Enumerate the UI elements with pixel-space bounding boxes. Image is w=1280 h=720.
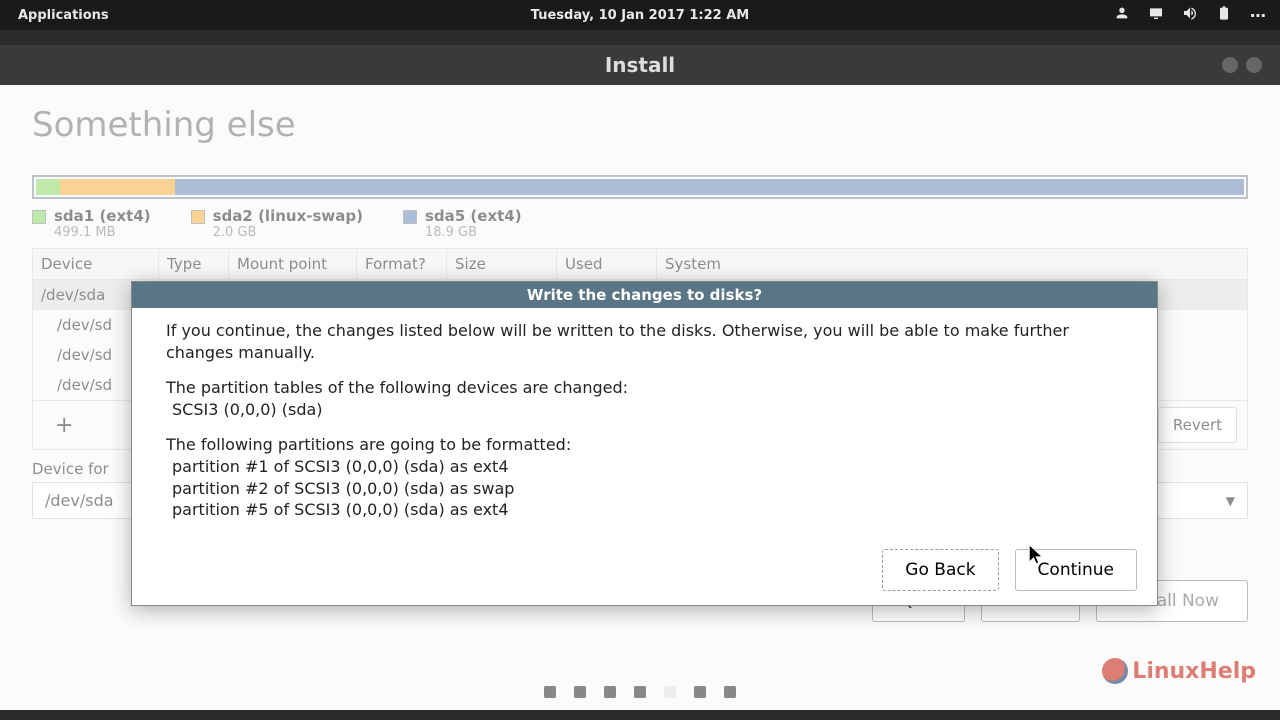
close-button[interactable]	[1246, 57, 1262, 73]
battery-icon[interactable]	[1216, 5, 1232, 25]
dialog-body: If you continue, the changes listed belo…	[132, 308, 1157, 549]
continue-button[interactable]: Continue	[1015, 549, 1137, 591]
go-back-button[interactable]: Go Back	[882, 549, 998, 591]
step-dot	[694, 686, 706, 698]
applications-menu[interactable]: Applications	[18, 8, 109, 23]
step-dot	[664, 686, 676, 698]
step-dot	[574, 686, 586, 698]
linuxhelp-logo-icon	[1102, 658, 1128, 684]
display-icon[interactable]	[1148, 5, 1164, 25]
dialog-intro: If you continue, the changes listed belo…	[166, 320, 1123, 363]
minimize-button[interactable]	[1222, 57, 1238, 73]
watermark: LinuxHelp	[1102, 658, 1256, 684]
formatted-section: The following partitions are going to be…	[166, 434, 1123, 520]
dialog-title: Write the changes to disks?	[132, 282, 1157, 308]
step-dot	[634, 686, 646, 698]
step-dot	[604, 686, 616, 698]
confirm-write-dialog: Write the changes to disks? If you conti…	[131, 281, 1158, 606]
user-icon[interactable]	[1114, 5, 1130, 25]
more-icon[interactable]: ⋯	[1250, 6, 1268, 25]
step-dot	[724, 686, 736, 698]
tables-changed-section: The partition tables of the following de…	[166, 377, 1123, 420]
system-topbar: Applications Tuesday, 10 Jan 2017 1:22 A…	[0, 0, 1280, 30]
window-title: Install	[605, 53, 675, 77]
step-dot	[544, 686, 556, 698]
wizard-step-indicator	[544, 686, 736, 698]
volume-icon[interactable]	[1182, 5, 1198, 25]
clock: Tuesday, 10 Jan 2017 1:22 AM	[0, 8, 1280, 23]
window-titlebar: Install	[0, 45, 1280, 85]
